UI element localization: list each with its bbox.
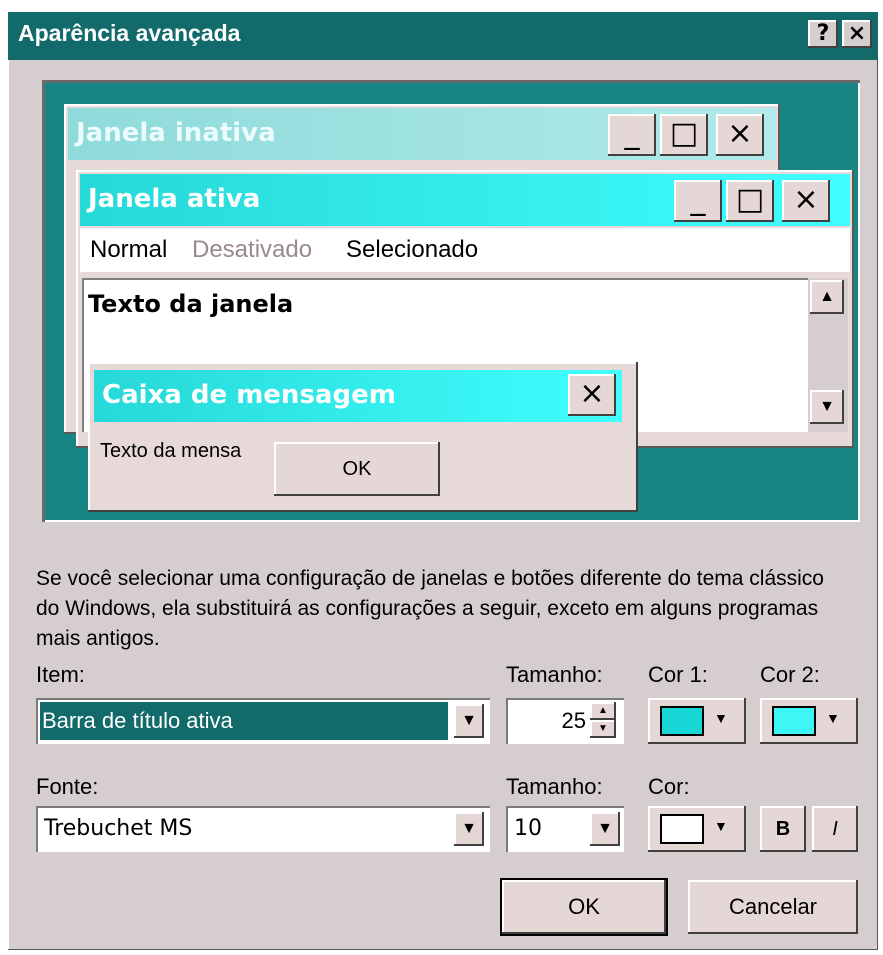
close-icon[interactable]: × <box>568 374 616 416</box>
font-color-button[interactable]: ▼ <box>648 806 746 852</box>
color2-label: Cor 2: <box>760 662 820 687</box>
color1-button[interactable]: ▼ <box>648 698 746 744</box>
color1-label: Cor 1: <box>648 662 708 687</box>
item-select-value: Barra de título ativa <box>42 708 233 733</box>
maximize-icon[interactable]: □ <box>726 180 774 222</box>
message-box-ok-button[interactable]: OK <box>274 442 440 496</box>
font-color-swatch <box>660 814 704 844</box>
cancel-button[interactable]: Cancelar <box>688 880 858 934</box>
item-size-value: 25 <box>561 708 586 733</box>
font-size-value: 10 <box>514 816 542 841</box>
preview-scrollbar[interactable]: ▲ ▼ <box>808 278 848 432</box>
scroll-up-icon[interactable]: ▲ <box>810 280 844 314</box>
inactive-titlebar[interactable]: Janela inativa _ □ × <box>68 108 776 160</box>
font-size-label: Tamanho: <box>506 774 603 799</box>
scroll-down-icon[interactable]: ▼ <box>810 390 844 424</box>
close-icon[interactable]: × <box>716 114 764 156</box>
maximize-icon[interactable]: □ <box>660 114 708 156</box>
close-icon[interactable]: × <box>782 180 830 222</box>
chevron-down-icon: ▼ <box>714 710 728 726</box>
bold-button[interactable]: B <box>760 806 806 852</box>
window-text: Texto da janela <box>88 290 294 318</box>
font-label: Fonte: <box>36 774 99 799</box>
menu-item-normal[interactable]: Normal <box>90 236 167 264</box>
active-window-title: Janela ativa <box>88 184 261 214</box>
info-text: Se você selecionar uma configuração de j… <box>36 567 824 650</box>
advanced-appearance-dialog: Aparência avançada ? × Janela inativa _ … <box>8 12 878 950</box>
message-box-titlebar[interactable]: Caixa de mensagem × <box>94 370 622 422</box>
color2-swatch <box>772 706 816 736</box>
item-label: Item: <box>36 662 85 687</box>
chevron-down-icon[interactable]: ▼ <box>454 812 484 846</box>
ok-button[interactable]: OK <box>502 880 666 934</box>
active-titlebar[interactable]: Janela ativa _ □ × <box>80 174 850 226</box>
font-color-label: Cor: <box>648 774 690 799</box>
message-box-text: Texto da mensa <box>100 440 242 462</box>
color2-button[interactable]: ▼ <box>760 698 858 744</box>
italic-button[interactable]: I <box>812 806 858 852</box>
minimize-icon[interactable]: _ <box>674 180 722 222</box>
help-button[interactable]: ? <box>808 20 838 48</box>
preview-menu-bar: Normal Desativado Selecionado <box>80 228 850 272</box>
spin-up-icon[interactable]: ▲ <box>590 702 616 720</box>
dialog-titlebar: Aparência avançada ? × <box>8 12 878 60</box>
message-box-preview[interactable]: Caixa de mensagem × Texto da mensa OK <box>88 362 638 512</box>
dialog-title: Aparência avançada <box>18 20 241 46</box>
chevron-down-icon[interactable]: ▼ <box>454 704 484 738</box>
font-size-select[interactable]: 10 ▼ <box>506 806 624 852</box>
close-button[interactable]: × <box>842 20 872 48</box>
color1-swatch <box>660 706 704 736</box>
spin-down-icon[interactable]: ▼ <box>590 720 616 738</box>
menu-item-selected[interactable]: Selecionado <box>346 236 478 264</box>
chevron-down-icon: ▼ <box>714 818 728 834</box>
minimize-icon[interactable]: _ <box>608 114 656 156</box>
menu-item-disabled[interactable]: Desativado <box>192 236 312 264</box>
chevron-down-icon[interactable]: ▼ <box>590 812 620 846</box>
font-select-value: Trebuchet MS <box>44 816 193 841</box>
item-size-label: Tamanho: <box>506 662 603 687</box>
font-select[interactable]: Trebuchet MS ▼ <box>36 806 490 852</box>
message-box-title: Caixa de mensagem <box>102 380 396 410</box>
item-size-spinner[interactable]: 25 ▲ ▼ <box>506 698 624 744</box>
item-select[interactable]: Barra de título ativa ▼ <box>36 698 490 744</box>
chevron-down-icon: ▼ <box>826 710 840 726</box>
inactive-window-title: Janela inativa <box>76 118 276 148</box>
